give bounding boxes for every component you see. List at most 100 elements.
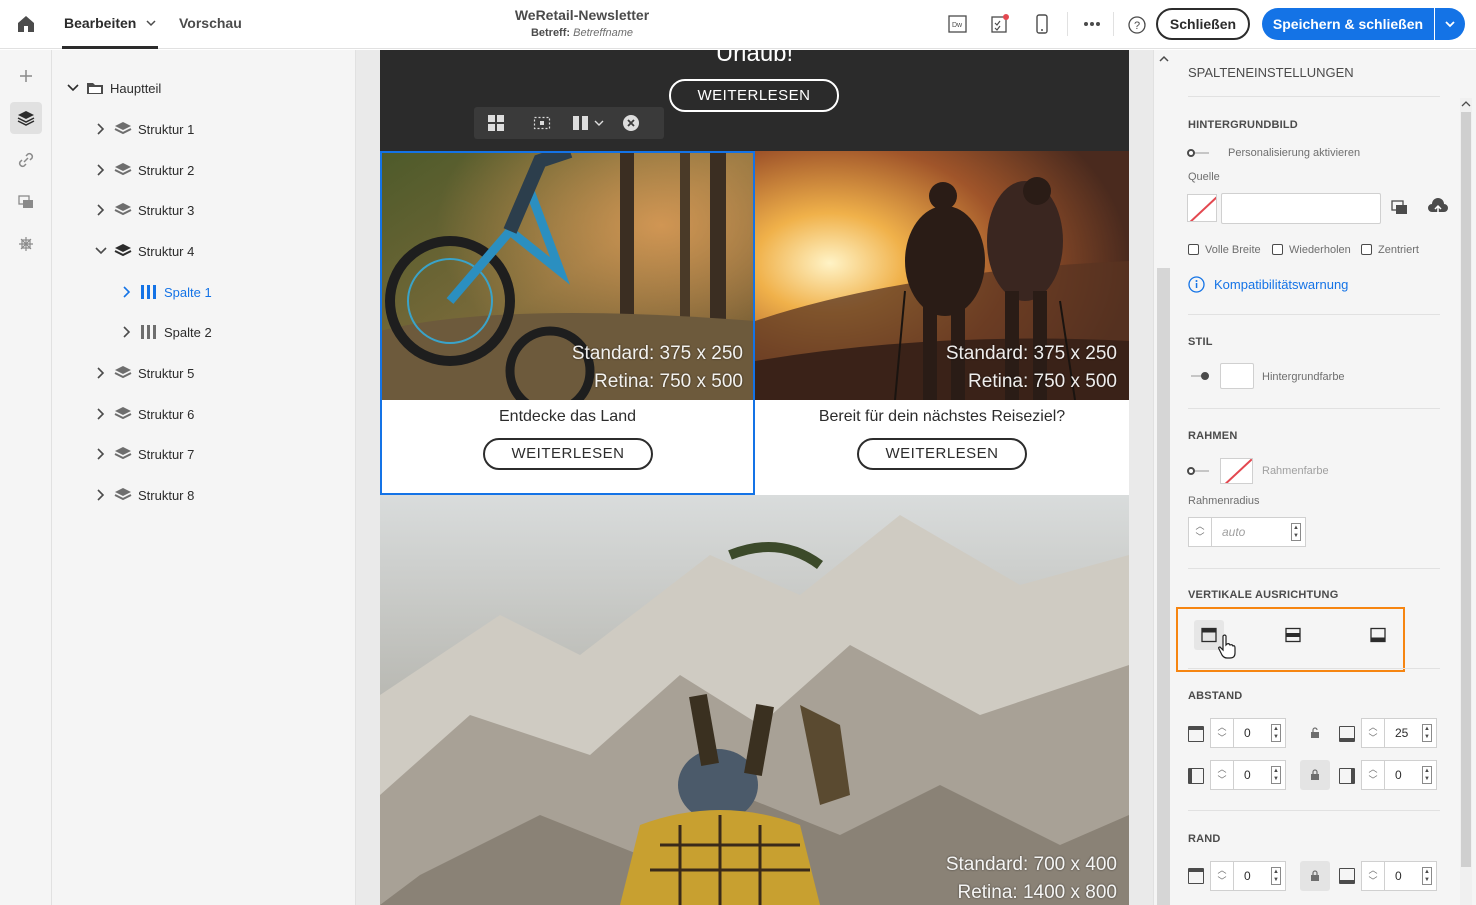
stepper-arrows[interactable]: ︿ ﹀ (1188, 517, 1212, 547)
padding-left-stepper[interactable]: ︿ ﹀ 0 ▲ ▼ (1210, 760, 1286, 790)
centered-checkbox[interactable] (1361, 244, 1372, 255)
valign-middle-button[interactable] (1278, 620, 1308, 650)
tab-preview[interactable]: Vorschau (179, 15, 242, 31)
margin-top-stepper[interactable]: ︿ ﹀ 0 ▲ ▼ (1210, 861, 1286, 891)
compat-warning-link[interactable]: Kompatibilitätswarnung (1214, 277, 1348, 292)
spin-buttons[interactable]: ▲ ▼ (1271, 766, 1281, 784)
spin-buttons[interactable]: ▲ ▼ (1422, 867, 1432, 885)
tree-item-column[interactable]: Spalte 1 (120, 282, 212, 302)
spin-buttons[interactable]: ▲ ▼ (1271, 724, 1281, 742)
stepper-arrows[interactable]: ︿ ﹀ (1361, 760, 1385, 790)
source-input[interactable] (1221, 193, 1381, 224)
stepper-arrows[interactable]: ︿ ﹀ (1361, 718, 1385, 748)
home-icon[interactable] (14, 12, 38, 36)
divider (1188, 810, 1440, 811)
chevron-down-icon[interactable] (94, 244, 108, 258)
padding-right-stepper[interactable]: ︿ ﹀ 0 ▲ ▼ (1361, 760, 1437, 790)
padding-bottom-stepper[interactable]: ︿ ﹀ 25 ▲ ▼ (1361, 718, 1437, 748)
valign-bottom-button[interactable] (1363, 620, 1393, 650)
chevron-up-icon[interactable] (1158, 54, 1170, 64)
stepper-arrows[interactable]: ︿ ﹀ (1210, 760, 1234, 790)
chevron-right-icon[interactable] (94, 488, 108, 502)
select-parent-icon[interactable] (533, 114, 551, 132)
margin-lock-button[interactable] (1300, 861, 1330, 891)
link-icon[interactable] (10, 144, 42, 176)
save-and-close-button[interactable]: Speichern & schließen (1262, 8, 1434, 40)
border-radius-stepper[interactable]: ︿ ﹀ auto ▲ ▼ (1188, 517, 1306, 547)
personalize-label: Personalisierung aktivieren (1228, 147, 1361, 159)
chevron-right-icon[interactable] (94, 407, 108, 421)
chevron-right-icon[interactable] (94, 366, 108, 380)
tree-item-structure[interactable]: Struktur 4 (94, 241, 194, 261)
tree-item-structure[interactable]: Struktur 7 (94, 444, 194, 464)
chevron-right-icon[interactable] (120, 325, 134, 339)
column2-title[interactable]: Bereit für dein nächstes Reiseziel? (755, 408, 1129, 426)
chevron-down-icon[interactable] (66, 81, 80, 95)
stepper-arrows[interactable]: ︿ ﹀ (1210, 718, 1234, 748)
assets-icon[interactable] (1390, 198, 1410, 218)
padding-lock-button[interactable] (1300, 718, 1330, 748)
padding-lock-button[interactable] (1300, 760, 1330, 790)
chevron-right-icon[interactable] (94, 122, 108, 136)
canvas-scrollbar[interactable] (1153, 50, 1173, 905)
large-image[interactable]: Standard: 700 x 400 Retina: 1400 x 800 (380, 495, 1129, 905)
chevron-up-icon[interactable] (1461, 100, 1471, 108)
assets-icon[interactable] (10, 186, 42, 218)
spin-buttons[interactable]: ▲ ▼ (1291, 523, 1301, 541)
chevron-down-icon[interactable] (146, 16, 156, 31)
columns-icon[interactable] (572, 114, 590, 132)
chevron-right-icon[interactable] (94, 163, 108, 177)
scroll-thumb[interactable] (1157, 268, 1170, 905)
tab-edit[interactable]: Bearbeiten (64, 15, 136, 31)
chevron-right-icon[interactable] (120, 285, 134, 299)
dreamweaver-icon[interactable]: Dw (947, 13, 969, 35)
border-toggle[interactable] (1187, 465, 1211, 477)
tree-item-structure[interactable]: Struktur 3 (94, 200, 194, 220)
add-icon[interactable] (10, 60, 42, 92)
spin-buttons[interactable]: ▲ ▼ (1422, 766, 1432, 784)
column1-read-more-button[interactable]: WEITERLESEN (483, 438, 653, 470)
tree-item-structure[interactable]: Struktur 8 (94, 485, 194, 505)
bg-color-swatch[interactable] (1220, 363, 1254, 389)
padding-top-stepper[interactable]: ︿ ﹀ 0 ▲ ▼ (1210, 718, 1286, 748)
fragments-icon[interactable] (10, 228, 42, 260)
layers-icon (114, 407, 132, 420)
full-width-checkbox[interactable] (1188, 244, 1199, 255)
chevron-down-icon[interactable] (594, 118, 604, 128)
scroll-thumb[interactable] (1461, 112, 1471, 867)
column1-title[interactable]: Entdecke das Land (380, 408, 755, 426)
tree-item-structure[interactable]: Struktur 1 (94, 119, 194, 139)
tree-item-structure[interactable]: Struktur 2 (94, 160, 194, 180)
tree-item-column[interactable]: Spalte 2 (120, 322, 212, 342)
stepper-arrows[interactable]: ︿ ﹀ (1210, 861, 1234, 891)
chevron-right-icon[interactable] (94, 203, 108, 217)
chevron-right-icon[interactable] (94, 447, 108, 461)
more-icon[interactable] (1081, 13, 1103, 35)
column2-image[interactable]: Standard: 375 x 250 Retina: 750 x 500 (755, 151, 1129, 400)
close-button[interactable]: Schließen (1156, 8, 1250, 40)
tree-root-hauptteil[interactable]: Hauptteil (66, 78, 161, 98)
tree-item-structure[interactable]: Struktur 5 (94, 363, 194, 383)
personalize-toggle[interactable] (1187, 147, 1211, 159)
stepper-arrows[interactable]: ︿ ﹀ (1361, 861, 1385, 891)
mobile-icon[interactable] (1031, 13, 1053, 35)
subject-line[interactable]: Betreff: Betreffname (480, 27, 684, 39)
border-color-swatch[interactable] (1220, 458, 1253, 484)
column1-image[interactable]: Standard: 375 x 250 Retina: 750 x 500 (380, 151, 755, 400)
settings-scrollbar[interactable] (1460, 98, 1472, 905)
spin-buttons[interactable]: ▲ ▼ (1271, 867, 1281, 885)
bg-color-toggle[interactable] (1187, 370, 1211, 382)
margin-bottom-stepper[interactable]: ︿ ﹀ 0 ▲ ▼ (1361, 861, 1437, 891)
save-options-button[interactable] (1435, 8, 1465, 40)
tree-item-structure[interactable]: Struktur 6 (94, 404, 194, 424)
hero-read-more-button[interactable]: WEITERLESEN (669, 79, 839, 112)
upload-cloud-icon[interactable] (1427, 197, 1449, 217)
help-icon[interactable]: ? (1126, 13, 1148, 35)
spin-buttons[interactable]: ▲ ▼ (1422, 724, 1432, 742)
checklist-icon[interactable] (989, 13, 1011, 35)
grid-icon[interactable] (487, 114, 505, 132)
column2-read-more-button[interactable]: WEITERLESEN (857, 438, 1027, 470)
delete-icon[interactable] (622, 114, 640, 132)
repeat-checkbox[interactable] (1272, 244, 1283, 255)
layers-icon[interactable] (10, 102, 42, 134)
